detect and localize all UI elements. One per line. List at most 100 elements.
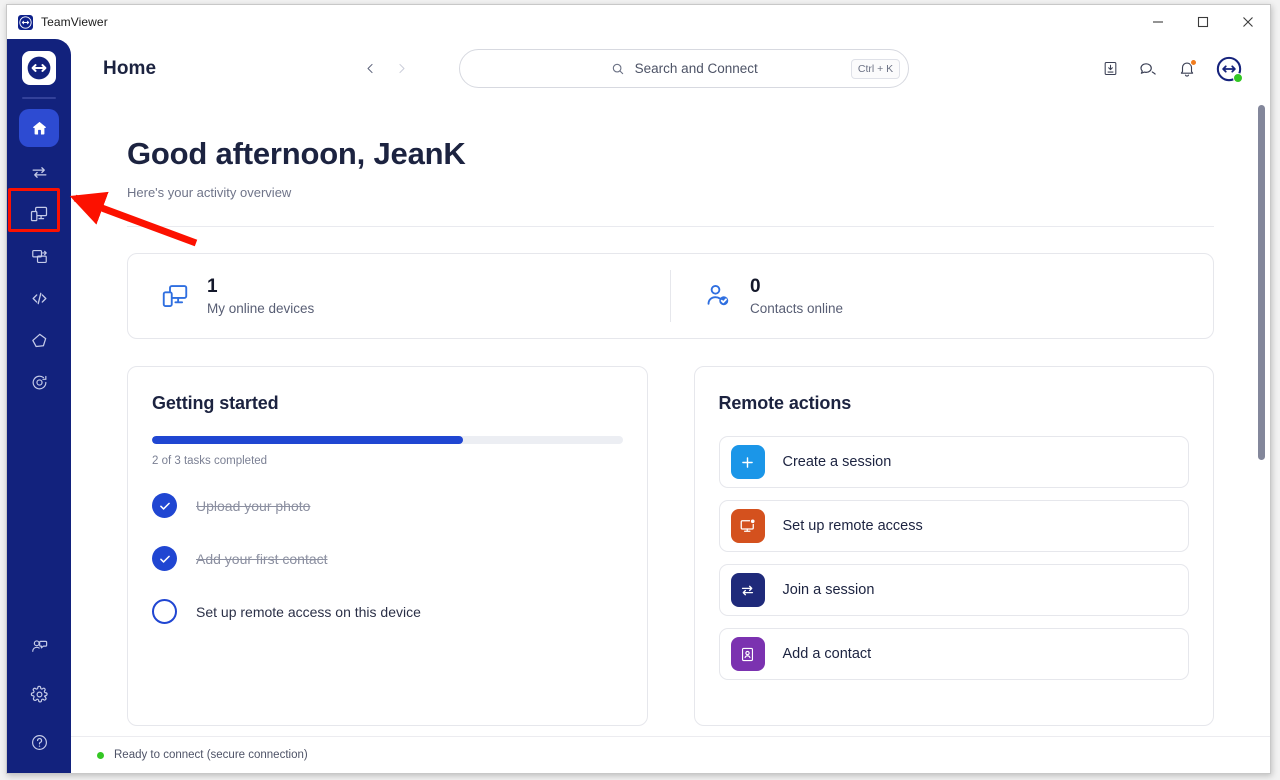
status-text: Ready to connect (secure connection) — [114, 749, 308, 761]
panels-row: Getting started 2 of 3 tasks completed U… — [127, 366, 1214, 726]
devices-icon — [160, 281, 190, 311]
sidebar-item-remote-control[interactable] — [19, 155, 59, 189]
stat-value: 1 — [207, 276, 218, 298]
sidebar-item-scripts[interactable] — [19, 281, 59, 315]
action-set-up-remote-access[interactable]: Set up remote access — [718, 500, 1189, 552]
chevron-left-icon[interactable] — [363, 61, 378, 76]
sidebar-logo[interactable] — [22, 51, 56, 85]
task-label: Upload your photo — [196, 497, 311, 514]
window-controls — [1135, 5, 1270, 39]
remote-actions-list: Create a session Set up remote access Jo… — [718, 436, 1189, 680]
main-content: Good afternoon, JeanK Here's your activi… — [71, 98, 1270, 738]
check-circle-icon — [152, 493, 177, 518]
action-join-session[interactable]: Join a session — [718, 564, 1189, 616]
remote-actions-panel: Remote actions Create a session Set up r… — [693, 366, 1214, 726]
stat-value: 0 — [750, 276, 761, 298]
chat-bubbles-icon[interactable] — [1139, 59, 1158, 78]
sidebar-item-augmented-reality[interactable] — [19, 323, 59, 357]
navigation-arrows — [363, 61, 409, 76]
transfer-arrows-icon — [730, 573, 765, 607]
remote-actions-title: Remote actions — [718, 393, 852, 413]
code-brackets-icon — [30, 289, 49, 308]
progress-bar-fill — [152, 436, 463, 444]
stat-label: Contacts online — [750, 300, 844, 316]
check-circle-icon — [152, 546, 177, 571]
action-label: Add a contact — [782, 646, 872, 662]
getting-started-title: Getting started — [152, 393, 279, 413]
action-add-contact[interactable]: Add a contact — [718, 628, 1189, 680]
search-placeholder: Search and Connect — [634, 61, 758, 76]
content-divider — [127, 226, 1214, 227]
account-avatar[interactable] — [1216, 56, 1243, 83]
scrollbar-thumb[interactable] — [1258, 105, 1265, 460]
minimize-button[interactable] — [1135, 5, 1180, 39]
greeting-subtitle: Here's your activity overview — [127, 185, 292, 200]
sidebar — [7, 39, 71, 773]
title-bar-left: TeamViewer — [7, 14, 108, 30]
diamond-icon — [30, 331, 49, 350]
task-label: Set up remote access on this device — [196, 603, 421, 620]
sidebar-item-file-transfer[interactable] — [19, 239, 59, 273]
notification-badge — [1190, 58, 1197, 66]
contact-check-icon — [703, 281, 733, 311]
monitor-gear-icon — [730, 509, 765, 543]
stats-card: 1 My online devices 0 Contacts online — [127, 253, 1214, 339]
sidebar-item-home[interactable] — [19, 109, 59, 147]
action-label: Create a session — [782, 454, 892, 470]
status-bar: Ready to connect (secure connection) — [71, 736, 1270, 773]
sidebar-item-feedback[interactable] — [19, 629, 59, 663]
online-status-dot — [1233, 72, 1243, 83]
task-label: Add your first contact — [196, 550, 328, 567]
sidebar-bottom-items — [19, 629, 59, 759]
stat-text-block: 0 Contacts online — [750, 276, 843, 316]
header-right-icons — [1102, 56, 1270, 83]
getting-started-panel: Getting started 2 of 3 tasks completed U… — [127, 366, 648, 726]
file-transfer-icon — [30, 247, 49, 266]
sidebar-items — [19, 109, 59, 399]
action-label: Set up remote access — [782, 518, 923, 534]
teamviewer-logo-icon — [18, 14, 33, 30]
devices-icon — [29, 204, 49, 224]
stat-text-block: 1 My online devices — [207, 276, 314, 316]
search-input[interactable]: Search and Connect Ctrl + K — [459, 49, 910, 88]
app-root: TeamViewer Home Search and Connect Ctrl … — [0, 0, 1280, 780]
stat-online-devices[interactable]: 1 My online devices — [128, 276, 670, 316]
sidebar-divider — [22, 97, 56, 99]
sidebar-item-settings[interactable] — [19, 677, 59, 711]
download-box-icon[interactable] — [1102, 60, 1119, 77]
sidebar-item-monitoring[interactable] — [19, 365, 59, 399]
greeting-title: Good afternoon, JeanK — [127, 136, 466, 171]
plus-icon — [730, 445, 765, 479]
header-bar: Home Search and Connect Ctrl + K — [71, 39, 1270, 98]
sidebar-item-help[interactable] — [19, 725, 59, 759]
question-mark-icon — [30, 733, 49, 752]
page-title: Home — [103, 57, 157, 79]
task-item[interactable]: Set up remote access on this device — [152, 599, 623, 624]
sidebar-item-devices[interactable] — [19, 197, 59, 231]
search-shortcut-badge: Ctrl + K — [850, 58, 901, 79]
chevron-right-icon[interactable] — [394, 61, 409, 76]
task-item[interactable]: Add your first contact — [152, 546, 623, 571]
empty-circle-icon — [152, 599, 177, 624]
maximize-button[interactable] — [1180, 5, 1225, 39]
bell-icon[interactable] — [1178, 58, 1197, 78]
greeting-section: Good afternoon, JeanK Here's your activi… — [71, 98, 1270, 200]
search-inner: Search and Connect — [611, 61, 758, 76]
teamviewer-window: TeamViewer Home Search and Connect Ctrl … — [6, 4, 1271, 774]
window-title: TeamViewer — [41, 15, 108, 29]
task-list: Upload your photo Add your first contact… — [152, 493, 623, 624]
content-scrollbar[interactable] — [1256, 100, 1266, 736]
action-create-session[interactable]: Create a session — [718, 436, 1189, 488]
gear-icon — [30, 685, 49, 704]
progress-label: 2 of 3 tasks completed — [152, 455, 268, 467]
contact-book-icon — [730, 637, 765, 671]
search-icon — [611, 62, 625, 76]
status-indicator-dot — [97, 751, 104, 759]
target-icon — [30, 373, 49, 392]
home-icon — [30, 119, 49, 138]
stat-label: My online devices — [207, 300, 315, 316]
stat-contacts-online[interactable]: 0 Contacts online — [671, 276, 1213, 316]
title-bar: TeamViewer — [7, 5, 1270, 39]
task-item[interactable]: Upload your photo — [152, 493, 623, 518]
close-button[interactable] — [1225, 5, 1270, 39]
